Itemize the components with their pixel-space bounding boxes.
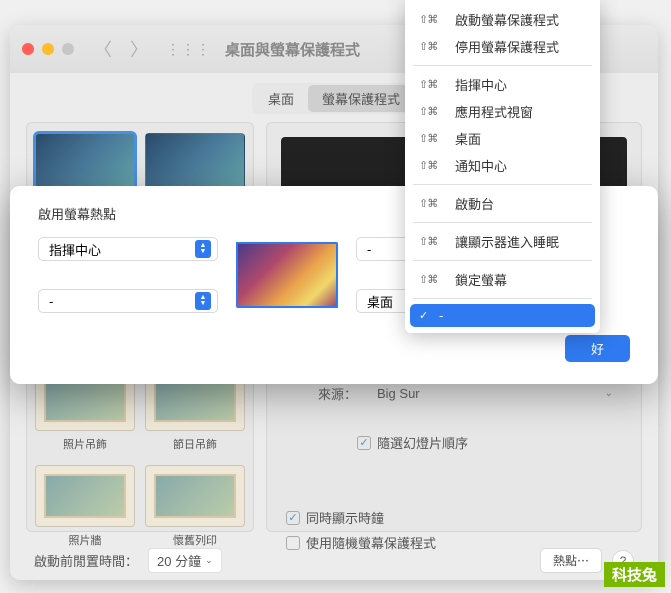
idle-label: 啟動前閒置時間：: [34, 551, 138, 570]
zoom-icon: [62, 43, 74, 55]
back-icon[interactable]: 〈: [94, 36, 112, 62]
menu-item[interactable]: ⇧⌘讓顯示器進入睡眠: [405, 228, 600, 255]
menu-item[interactable]: ⇧⌘停用螢幕保護程式: [405, 33, 600, 60]
chevron-down-icon: ⌄: [605, 388, 613, 399]
list-item[interactable]: 懷舊列印: [145, 465, 245, 549]
source-popup[interactable]: Big Sur⌄: [369, 383, 621, 404]
menu-item[interactable]: ⇧⌘啟動台: [405, 190, 600, 217]
grid-icon[interactable]: ⋮⋮⋮: [166, 41, 211, 58]
menu-item[interactable]: ⇧⌘通知中心: [405, 152, 600, 179]
list-item[interactable]: 照片牆: [35, 465, 135, 549]
corner-tl-select[interactable]: 指揮中心▲▼: [38, 237, 218, 261]
menu-item[interactable]: ⇧⌘桌面: [405, 125, 600, 152]
forward-icon: 〉: [130, 36, 148, 62]
corner-menu: ⇧⌘啟動螢幕保護程式 ⇧⌘停用螢幕保護程式 ⇧⌘指揮中心 ⇧⌘應用程式視窗 ⇧⌘…: [405, 0, 600, 333]
source-row: 來源： Big Sur⌄: [307, 383, 621, 404]
segmented-control: 桌面 螢幕保護程式: [252, 83, 416, 114]
close-icon[interactable]: [22, 43, 34, 55]
ok-button[interactable]: 好: [565, 335, 630, 362]
idle-time-select[interactable]: 20 分鐘⌄: [148, 548, 222, 573]
nav-buttons: 〈 〉: [94, 36, 148, 62]
menu-item[interactable]: ⇧⌘應用程式視窗: [405, 98, 600, 125]
tab-desktop[interactable]: 桌面: [254, 85, 308, 112]
menu-item[interactable]: ⇧⌘鎖定螢幕: [405, 266, 600, 293]
menu-item[interactable]: ⇧⌘指揮中心: [405, 71, 600, 98]
menu-item[interactable]: ⇧⌘啟動螢幕保護程式: [405, 6, 600, 33]
show-clock-checkbox[interactable]: ✓同時顯示時鐘: [286, 508, 436, 527]
corner-bl-select[interactable]: -▲▼: [38, 289, 218, 313]
menu-item-selected[interactable]: ✓-: [410, 304, 595, 327]
hotcorners-button[interactable]: 熱點⋯: [540, 548, 602, 573]
source-label: 來源：: [307, 384, 357, 403]
random-order-checkbox[interactable]: ✓隨選幻燈片順序: [357, 433, 468, 452]
watermark: 科技兔: [604, 562, 665, 587]
window-title: 桌面與螢幕保護程式: [225, 39, 360, 60]
traffic-lights: [22, 43, 74, 55]
random-saver-checkbox[interactable]: 使用隨機螢幕保護程式: [286, 533, 436, 552]
tab-screensaver[interactable]: 螢幕保護程式: [308, 85, 414, 112]
screen-diagram: [236, 242, 338, 308]
minimize-icon[interactable]: [42, 43, 54, 55]
